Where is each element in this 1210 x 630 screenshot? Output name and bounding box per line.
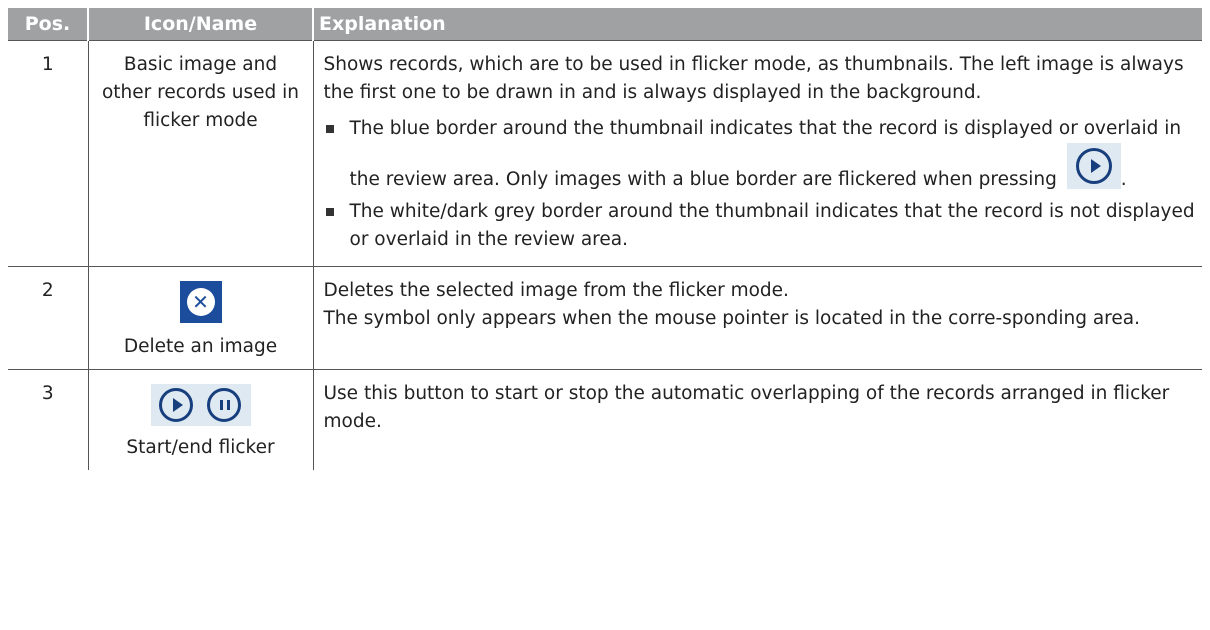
list-item: The blue border around the thumbnail ind… (324, 115, 1197, 194)
pos-cell: 1 (8, 40, 89, 267)
name-cell: ✕ Delete an image (87, 266, 314, 370)
row-name: Basic image and other records used in fl… (101, 54, 299, 131)
close-icon: ✕ (186, 288, 215, 316)
explanation-text: Use this button to start or stop the aut… (323, 383, 1170, 432)
explanation-cell: Shows records, which are to be used in f… (312, 40, 1202, 267)
explanation-cell: Use this button to start or stop the aut… (312, 369, 1202, 470)
bullet-text-suffix: . (1120, 169, 1127, 190)
header-explanation: Explanation (312, 8, 1202, 41)
explanation-table: Pos. Icon/Name Explanation 1 Basic image… (8, 8, 1202, 470)
explanation-text: The symbol only appears when the mouse p… (323, 308, 1140, 329)
header-icon-name: Icon/Name (87, 8, 313, 41)
flicker-controls (150, 384, 251, 426)
bullet-square-icon (325, 125, 334, 133)
explanation-cell: Deletes the selected image from the flic… (312, 266, 1202, 370)
play-icon (158, 388, 193, 422)
row-name: Delete an image (123, 336, 278, 357)
table-row: 1 Basic image and other records used in … (8, 40, 1202, 267)
pos-cell: 2 (8, 266, 89, 370)
bullet-list: The blue border around the thumbnail ind… (324, 115, 1197, 254)
table-row: 3 Start/end flicker Use this button to s… (8, 369, 1202, 470)
bullet-text: The white/dark grey border around the th… (349, 201, 1195, 250)
name-cell: Start/end flicker (87, 369, 314, 470)
list-item: The white/dark grey border around the th… (324, 198, 1197, 254)
name-cell: Basic image and other records used in fl… (87, 40, 314, 267)
play-icon (1066, 143, 1121, 189)
bullet-square-icon (325, 208, 334, 216)
table-header-row: Pos. Icon/Name Explanation (8, 8, 1202, 41)
delete-icon: ✕ (179, 281, 222, 323)
pause-icon (206, 388, 241, 422)
explanation-text: Shows records, which are to be used in f… (323, 54, 1184, 103)
table-row: 2 ✕ Delete an image Deletes the selected… (8, 266, 1202, 370)
row-name: Start/end flicker (126, 437, 275, 458)
explanation-text: Deletes the selected image from the flic… (323, 280, 789, 301)
bullet-text: The blue border around the thumbnail ind… (349, 118, 1182, 190)
header-pos: Pos. (8, 8, 88, 41)
pos-cell: 3 (8, 369, 89, 470)
